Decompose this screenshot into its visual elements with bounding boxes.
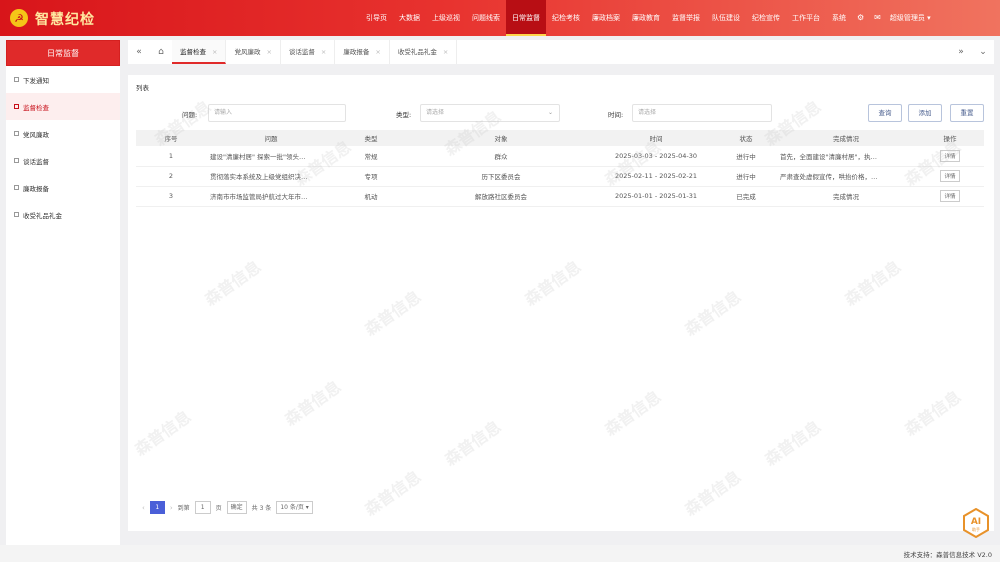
sidebar-item-label: 党风廉政 (23, 130, 49, 139)
scroll-tabs-right-icon[interactable]: » (950, 47, 972, 57)
goto-page-input[interactable]: 1 (194, 501, 211, 514)
main-nav: 引导页 大数据 上级巡视 问题线索 日常监督 纪检考核 廉政档案 廉政教育 监督… (360, 0, 935, 36)
page-size-select[interactable]: 10 条/页 ▾ (276, 501, 313, 514)
settings-icon[interactable]: ⚙ (852, 0, 869, 36)
nav-item-publicity[interactable]: 纪检宣传 (746, 0, 786, 36)
square-icon (14, 158, 19, 163)
nav-item-system[interactable]: 系统 (826, 0, 852, 36)
column-header: 操作 (916, 130, 984, 146)
sidebar-title: 日常监督 (6, 40, 120, 66)
tab-bar: « ⌂ 监督检查 × 党风廉政 × 谈话监督 × 廉政报备 × 收受礼品礼金 × » ⌄ (128, 40, 994, 64)
tab-inspection[interactable]: 监督检查 × (172, 40, 227, 64)
square-icon (14, 104, 19, 109)
message-icon[interactable]: ✉ (869, 0, 886, 36)
type-select[interactable]: 请选择 ⌄ (420, 104, 560, 122)
sidebar-item-talk[interactable]: 谈话监督 (6, 147, 120, 174)
nav-item-report[interactable]: 监督举报 (666, 0, 706, 36)
sidebar-item-inspection[interactable]: 监督检查 (6, 93, 120, 120)
detail-button[interactable]: 详情 (940, 170, 960, 182)
pagination: ‹ 1 › 到第 1 页 确定 共 3 条 10 条/页 ▾ (142, 501, 313, 514)
ai-assistant-icon: AI 助手 (963, 507, 989, 539)
sidebar-item-notice[interactable]: 下发通知 (6, 66, 120, 93)
nav-item-team[interactable]: 队伍建设 (706, 0, 746, 36)
column-header: 状态 (716, 130, 776, 146)
home-icon[interactable]: ⌂ (150, 47, 172, 57)
square-icon (14, 131, 19, 136)
inspection-table: 序号 问题 类型 对象 时间 状态 完成情况 操作 1 建设"清廉村居" 探索一… (136, 130, 984, 207)
sidebar-item-label: 谈话监督 (23, 157, 49, 166)
tab-gifts[interactable]: 收受礼品礼金 × (390, 40, 458, 64)
add-button[interactable]: 添加 (908, 104, 942, 122)
close-icon[interactable]: × (443, 48, 448, 56)
goto-label: 到第 (177, 505, 190, 512)
nav-item-big-data[interactable]: 大数据 (393, 0, 426, 36)
nav-item-assessment[interactable]: 纪检考核 (546, 0, 586, 36)
reset-button[interactable]: 重置 (950, 104, 984, 122)
issue-label: 问题: (182, 111, 198, 119)
column-header: 对象 (406, 130, 596, 146)
sidebar-item-report[interactable]: 廉政报备 (6, 174, 120, 201)
current-page[interactable]: 1 (149, 501, 165, 514)
table-row: 1 建设"清廉村居" 探索一批"领头… 常规 群众 2025-03-03 - 2… (136, 146, 984, 167)
app-title: 智慧纪检 (35, 12, 95, 28)
column-header: 问题 (206, 130, 336, 146)
close-icon[interactable]: × (321, 48, 326, 56)
tab-talk[interactable]: 谈话监督 × (281, 40, 336, 64)
table-header-row: 序号 问题 类型 对象 时间 状态 完成情况 操作 (136, 130, 984, 146)
column-header: 时间 (596, 130, 716, 146)
query-button[interactable]: 查询 (868, 104, 902, 122)
goto-confirm-button[interactable]: 确定 (226, 501, 247, 514)
nav-item-guide[interactable]: 引导页 (360, 0, 393, 36)
sidebar-item-label: 监督检查 (23, 103, 49, 112)
user-menu[interactable]: 超级管理员 ▾ (886, 0, 935, 36)
list-panel: 列表 问题: 请输入 类型: 请选择 ⌄ 时间: 请选择 查询 添加 重置 序号 … (128, 75, 994, 531)
detail-button[interactable]: 详情 (940, 190, 960, 202)
sidebar-item-label: 廉政报备 (23, 184, 49, 193)
top-bar: ☭ 智慧纪检 引导页 大数据 上级巡视 问题线索 日常监督 纪检考核 廉政档案 … (0, 0, 1000, 36)
nav-item-education[interactable]: 廉政教育 (626, 0, 666, 36)
nav-item-platform[interactable]: 工作平台 (786, 0, 826, 36)
nav-item-daily-supervision[interactable]: 日常监督 (506, 0, 546, 36)
sidebar-item-integrity[interactable]: 党风廉政 (6, 120, 120, 147)
nav-item-inspection[interactable]: 上级巡视 (426, 0, 466, 36)
table-row: 3 济南市市场监管局护航过大年市… 机动 解放路社区委员会 2025-01-01… (136, 186, 984, 207)
close-icon[interactable]: × (375, 48, 380, 56)
next-page-button[interactable]: › (170, 504, 173, 512)
tab-report[interactable]: 廉政报备 × (335, 40, 390, 64)
party-emblem-icon: ☭ (10, 9, 28, 27)
square-icon (14, 212, 19, 217)
issue-input[interactable]: 请输入 (208, 104, 346, 122)
svg-text:助手: 助手 (972, 526, 980, 532)
time-label: 时间: (608, 111, 624, 119)
close-icon[interactable]: × (212, 48, 217, 56)
sidebar-item-label: 下发通知 (23, 76, 49, 85)
prev-page-button[interactable]: ‹ (142, 504, 145, 512)
sidebar: 日常监督 下发通知 监督检查 党风廉政 谈话监督 廉政报备 收受礼品礼金 (6, 40, 120, 545)
close-icon[interactable]: × (266, 48, 271, 56)
column-header: 完成情况 (776, 130, 916, 146)
chevron-down-icon: ⌄ (547, 109, 553, 116)
table-row: 2 贯彻落实本系统及上级党组织决… 专项 历下区委员会 2025-02-11 -… (136, 166, 984, 187)
time-picker[interactable]: 请选择 (632, 104, 772, 122)
square-icon (14, 77, 19, 82)
total-count: 共 3 条 (251, 505, 272, 512)
sidebar-item-label: 收受礼品礼金 (23, 211, 62, 220)
detail-button[interactable]: 详情 (940, 149, 960, 162)
type-label: 类型: (396, 111, 412, 119)
panel-title: 列表 (136, 84, 149, 92)
nav-item-clues[interactable]: 问题线索 (466, 0, 506, 36)
ai-assistant-button[interactable]: AI 助手 (962, 507, 990, 539)
footer-text: 技术支持：森普信息技术 V2.0 (903, 551, 992, 559)
column-header: 类型 (336, 130, 406, 146)
square-icon (14, 185, 19, 190)
tab-integrity[interactable]: 党风廉政 × (226, 40, 281, 64)
sidebar-item-gifts[interactable]: 收受礼品礼金 (6, 201, 120, 228)
collapse-sidebar-icon[interactable]: « (128, 47, 150, 57)
page-unit-label: 页 (215, 505, 222, 512)
footer: 技术支持：森普信息技术 V2.0 (0, 545, 1000, 562)
svg-text:AI: AI (971, 517, 981, 527)
column-header: 序号 (136, 130, 206, 146)
chevron-down-icon[interactable]: ⌄ (972, 47, 994, 57)
nav-item-archive[interactable]: 廉政档案 (586, 0, 626, 36)
